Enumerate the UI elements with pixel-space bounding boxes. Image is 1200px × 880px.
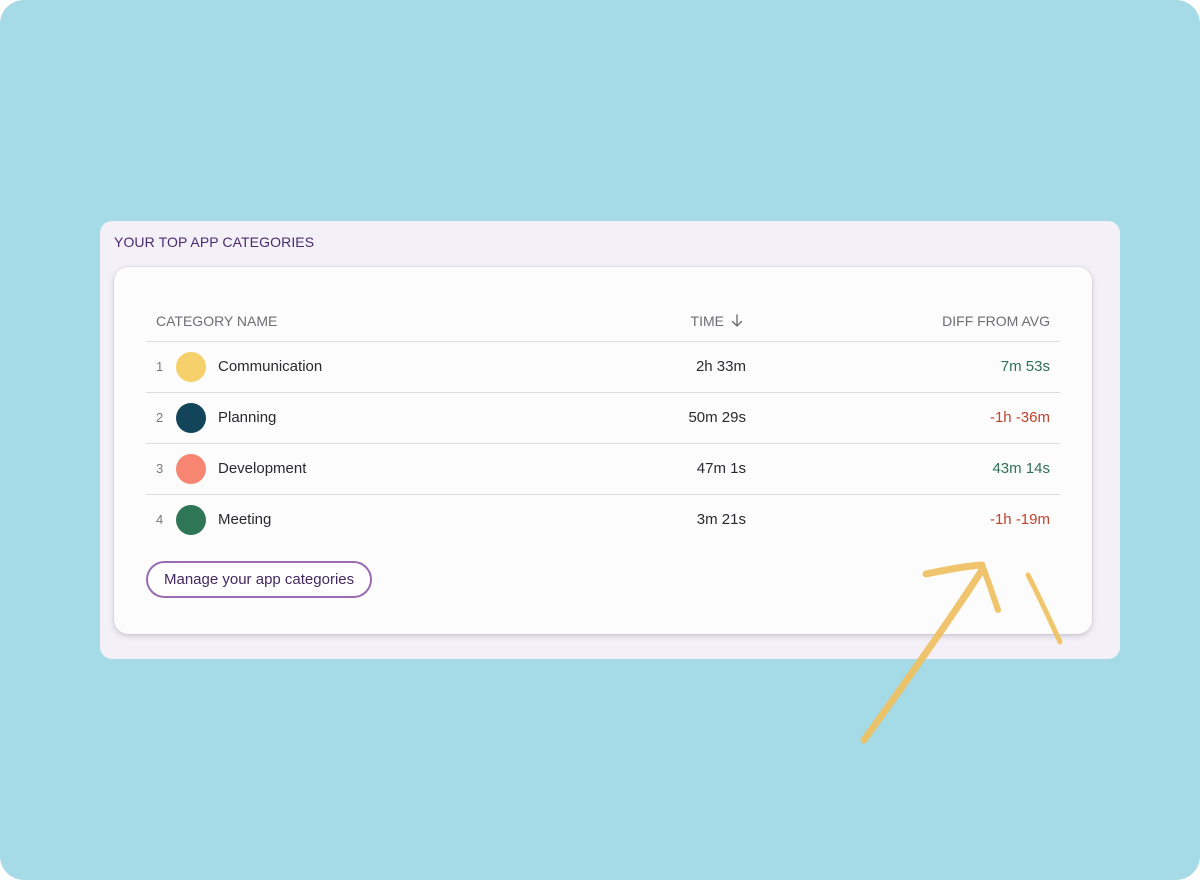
category-time: 50m 29s (688, 409, 746, 426)
manage-app-categories-button[interactable]: Manage your app categories (146, 561, 373, 598)
category-color-dot (176, 454, 206, 484)
category-diff: -1h -19m (989, 511, 1050, 528)
category-diff: 7m 53s (1000, 358, 1050, 375)
categories-card: CATEGORY NAME TIME DIFF FROM AVG 1 Commu… (114, 267, 1092, 634)
column-header-diff-from-avg[interactable]: DIFF FROM AVG (942, 313, 1050, 329)
table-row[interactable]: 3 Development 47m 1s 43m 14s (146, 444, 1060, 495)
category-name: Development (218, 460, 307, 477)
table-row[interactable]: 2 Planning 50m 29s -1h -36m (146, 393, 1060, 444)
category-time: 3m 21s (696, 511, 746, 528)
category-color-dot (176, 352, 206, 382)
category-color-dot (176, 505, 206, 535)
table-row[interactable]: 4 Meeting 3m 21s -1h -19m (146, 495, 1060, 545)
category-name: Communication (218, 358, 323, 375)
category-time: 2h 33m (695, 358, 746, 375)
category-diff: 43m 14s (992, 460, 1050, 477)
arrow-down-icon (731, 314, 743, 327)
row-rank: 1 (156, 359, 164, 374)
table-header: CATEGORY NAME TIME DIFF FROM AVG (146, 313, 1060, 342)
category-name: Meeting (218, 511, 272, 528)
table-row[interactable]: 1 Communication 2h 33m 7m 53s (146, 342, 1060, 393)
column-header-category-name[interactable]: CATEGORY NAME (156, 313, 277, 329)
column-header-time-label: TIME (690, 313, 724, 329)
column-header-time[interactable]: TIME (691, 313, 744, 329)
top-app-categories-panel: YOUR TOP APP CATEGORIES CATEGORY NAME TI… (100, 221, 1120, 659)
category-name: Planning (218, 409, 277, 426)
category-color-dot (176, 403, 206, 433)
canvas-background: YOUR TOP APP CATEGORIES CATEGORY NAME TI… (0, 0, 1200, 880)
category-diff: -1h -36m (989, 409, 1050, 426)
row-rank: 3 (156, 461, 164, 476)
section-title: YOUR TOP APP CATEGORIES (114, 234, 315, 250)
category-time: 47m 1s (696, 460, 746, 477)
row-rank: 4 (156, 512, 164, 527)
row-rank: 2 (156, 410, 164, 425)
